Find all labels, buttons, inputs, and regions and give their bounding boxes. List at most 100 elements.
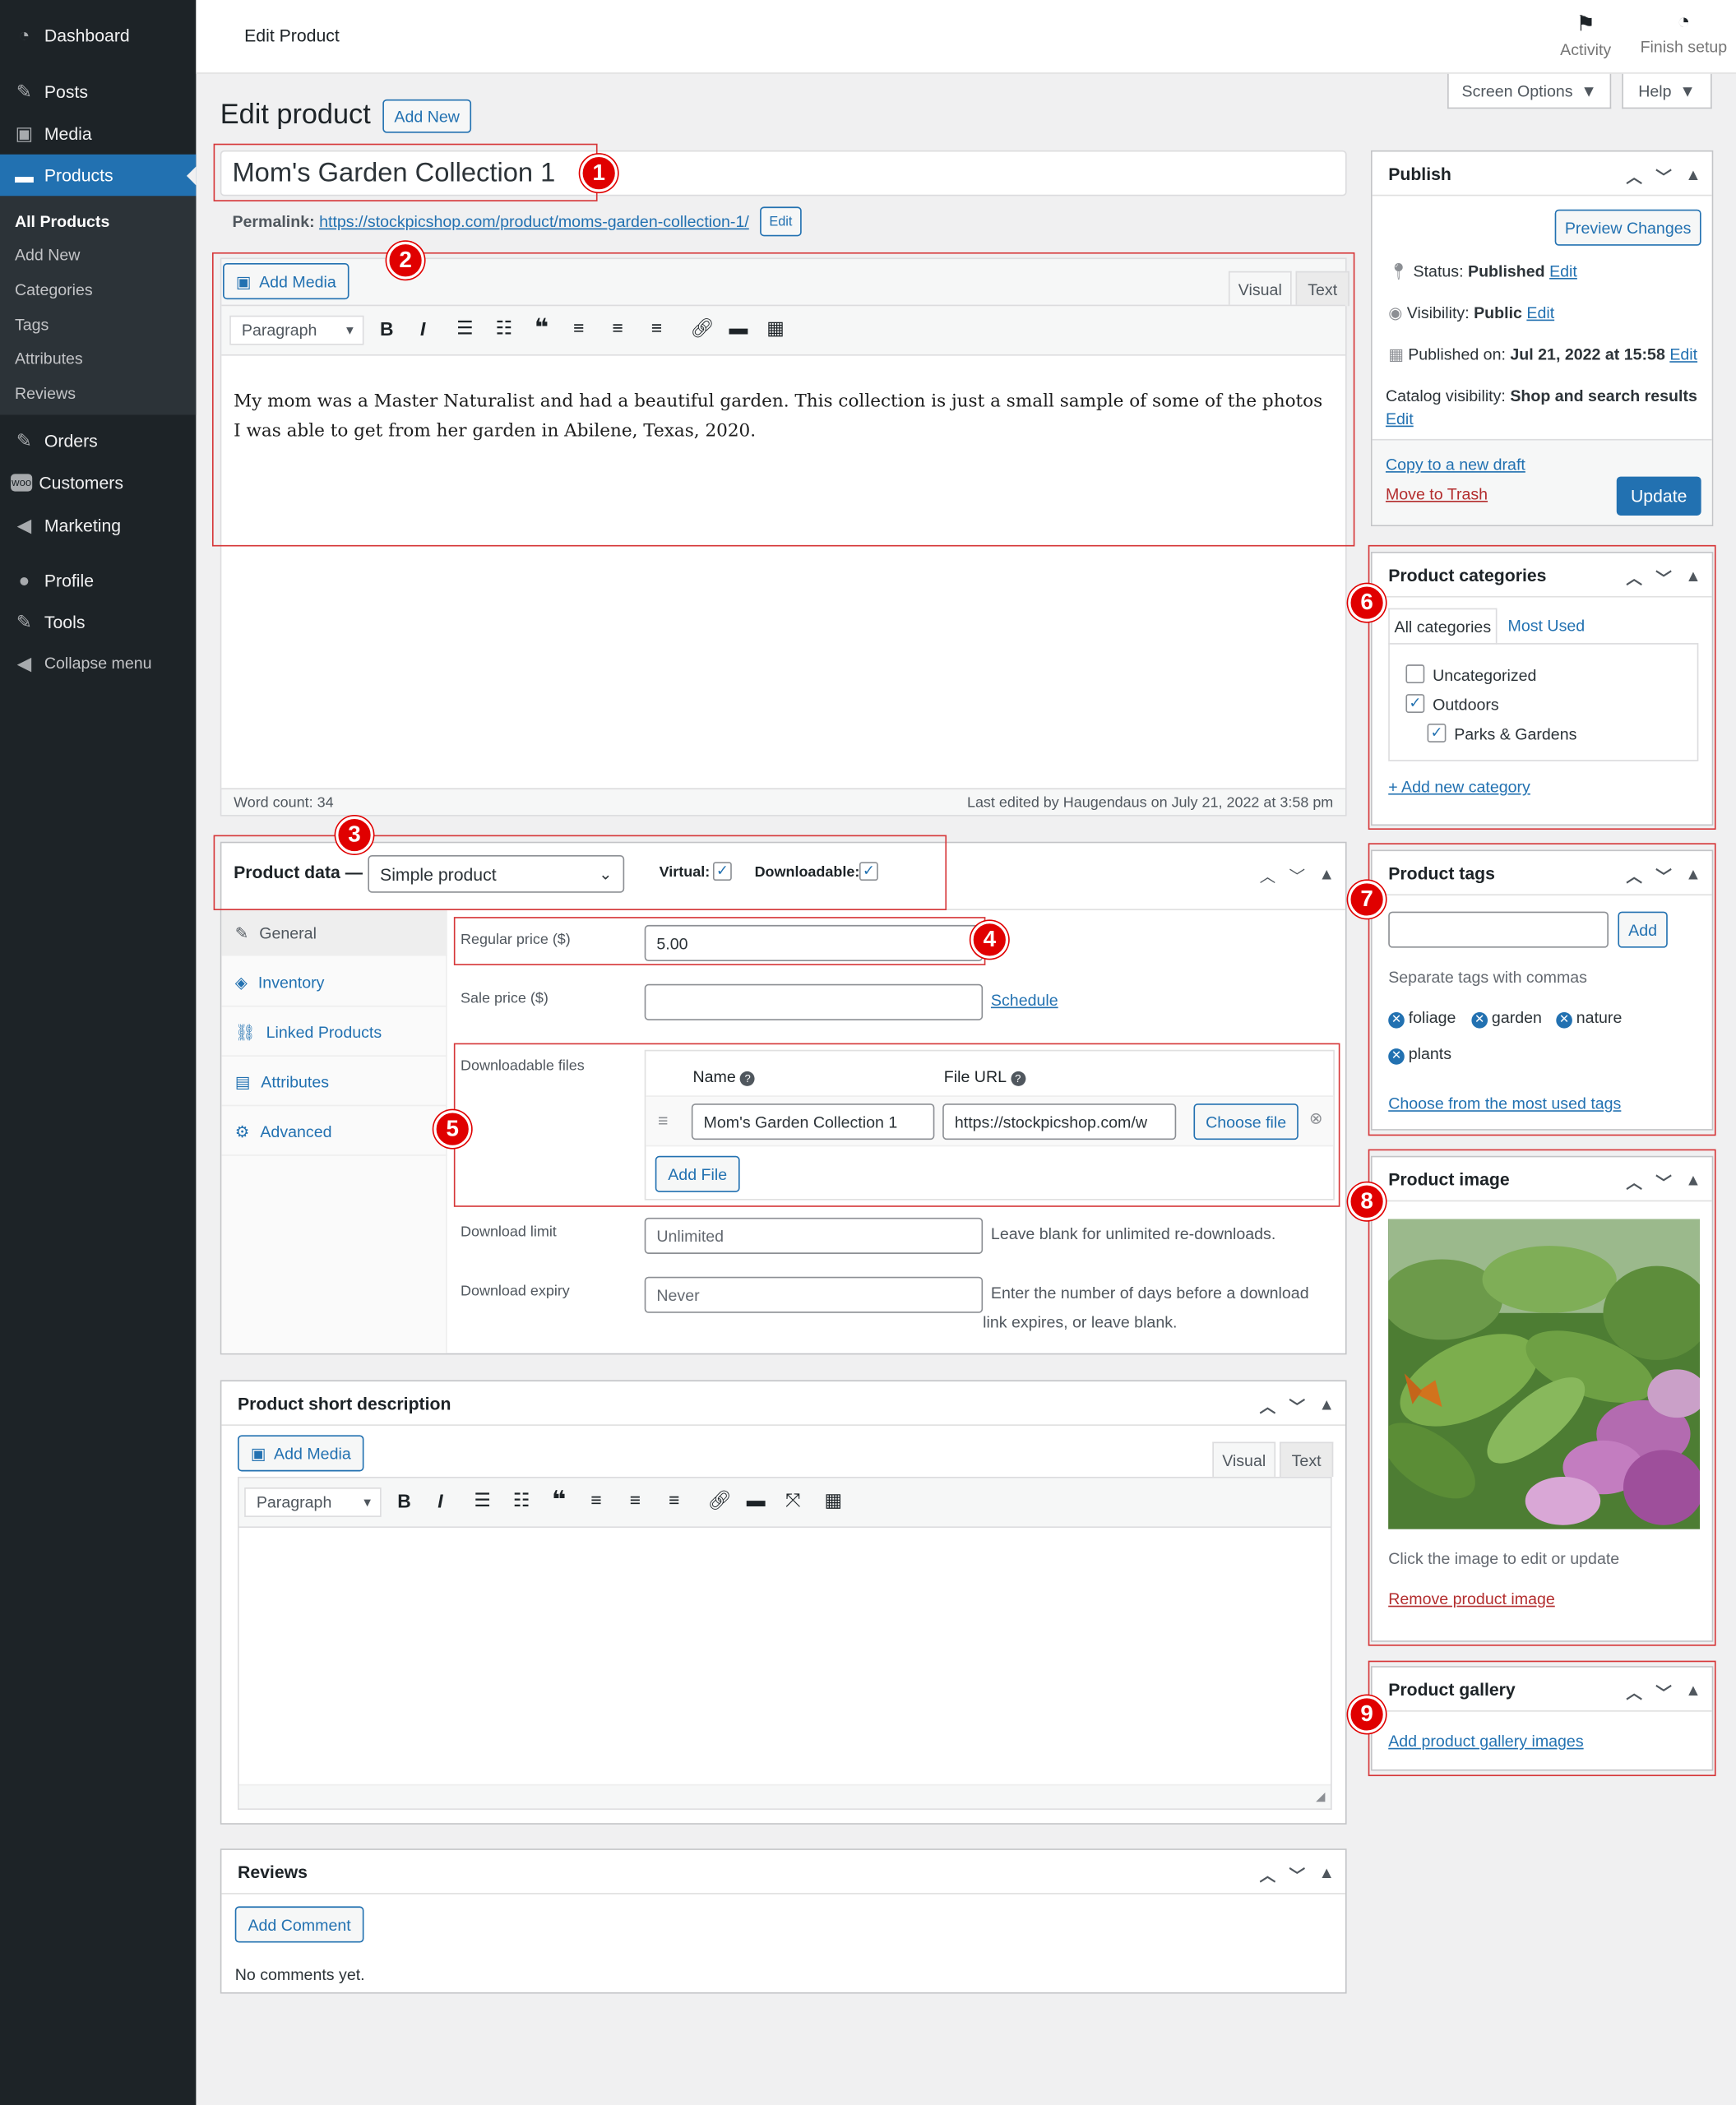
remove-file-icon[interactable]: ⊗: [1309, 1109, 1322, 1128]
finish-setup-button[interactable]: ◔ Finish setup: [1636, 11, 1730, 57]
align-center-icon[interactable]: ≡: [613, 317, 623, 338]
chevron-down-icon[interactable]: ﹀: [1655, 567, 1672, 590]
editor-body[interactable]: My mom was a Master Naturalist and had a…: [221, 355, 1345, 789]
tab-visual[interactable]: Visual: [1228, 271, 1292, 307]
schedule-link[interactable]: Schedule: [991, 991, 1058, 1010]
published-edit-link[interactable]: Edit: [1669, 345, 1697, 364]
resize-handle-icon[interactable]: ◢: [1316, 1789, 1325, 1804]
tab-advanced[interactable]: ⚙ Advanced: [221, 1108, 447, 1156]
menu-media[interactable]: ▣ Media: [0, 114, 196, 152]
update-button[interactable]: Update: [1616, 476, 1701, 516]
add-tag-button[interactable]: Add: [1618, 911, 1668, 948]
bullet-list-icon[interactable]: ☰: [474, 1489, 491, 1512]
menu-posts[interactable]: ✎ Posts: [0, 72, 196, 110]
add-file-button[interactable]: Add File: [655, 1155, 740, 1192]
choose-file-button[interactable]: Choose file: [1193, 1103, 1299, 1140]
remove-tag-icon[interactable]: ✕: [1471, 1011, 1488, 1028]
menu-products[interactable]: ▬ Products: [0, 154, 197, 197]
toolbar-toggle-icon[interactable]: ▦: [824, 1489, 842, 1512]
chevron-down-icon[interactable]: ﹀: [1289, 864, 1306, 887]
permalink-url[interactable]: https://stockpicshop.com/product/moms-ga…: [319, 212, 749, 231]
collapse-toggle-icon[interactable]: ▲: [1685, 567, 1701, 590]
collapse-toggle-icon[interactable]: ▲: [1685, 1171, 1701, 1194]
chevron-down-icon[interactable]: ﹀: [1655, 1171, 1672, 1194]
bold-icon[interactable]: B: [380, 318, 394, 340]
menu-orders[interactable]: ✎ Orders: [0, 422, 196, 460]
submenu-add-new[interactable]: Add New: [15, 246, 81, 265]
preview-changes-button[interactable]: Preview Changes: [1554, 209, 1701, 246]
fullscreen-icon[interactable]: ⤧: [785, 1489, 800, 1512]
chevron-down-icon[interactable]: ﹀: [1655, 864, 1672, 887]
menu-profile[interactable]: ● Profile: [0, 561, 196, 599]
link-icon[interactable]: 🔗︎: [690, 317, 714, 340]
link-icon[interactable]: 🔗︎: [707, 1489, 731, 1512]
chevron-up-icon[interactable]: ︿: [1260, 864, 1276, 887]
tab-all-categories[interactable]: All categories: [1388, 608, 1498, 645]
remove-tag-icon[interactable]: ✕: [1388, 1048, 1405, 1064]
submenu-tags[interactable]: Tags: [15, 316, 49, 335]
activity-button[interactable]: ⚑ Activity: [1545, 11, 1626, 59]
chevron-up-icon[interactable]: ︿: [1260, 1395, 1276, 1418]
short-description-body[interactable]: ◢: [237, 1528, 1332, 1810]
collapse-toggle-icon[interactable]: ▲: [1685, 165, 1701, 188]
submenu-all-products[interactable]: All Products: [15, 212, 109, 231]
help-button[interactable]: Help ▼: [1622, 73, 1712, 109]
submenu-attributes[interactable]: Attributes: [15, 349, 83, 368]
category-checkbox[interactable]: ✓: [1405, 664, 1425, 684]
category-checkbox[interactable]: ✓: [1405, 694, 1425, 713]
remove-tag-icon[interactable]: ✕: [1556, 1011, 1572, 1028]
chevron-down-icon[interactable]: ﹀: [1655, 165, 1672, 188]
chevron-up-icon[interactable]: ︿: [1626, 1171, 1642, 1194]
downloadable-checkbox[interactable]: ✓: [859, 862, 878, 881]
screen-options-button[interactable]: Screen Options ▼: [1447, 73, 1612, 109]
submenu-reviews[interactable]: Reviews: [15, 384, 76, 403]
toolbar-toggle-icon[interactable]: ▦: [766, 317, 785, 340]
remove-tag-icon[interactable]: ✕: [1388, 1011, 1405, 1028]
menu-marketing[interactable]: ◀ Marketing: [0, 507, 196, 544]
download-limit-input[interactable]: Unlimited: [644, 1217, 984, 1254]
choose-tags-link[interactable]: Choose from the most used tags: [1388, 1094, 1621, 1113]
drag-handle-icon[interactable]: ≡: [658, 1110, 668, 1130]
category-checkbox[interactable]: ✓: [1427, 724, 1447, 743]
add-new-button[interactable]: Add New: [382, 99, 472, 133]
collapse-toggle-icon[interactable]: ▲: [1318, 1395, 1334, 1418]
status-edit-link[interactable]: Edit: [1549, 261, 1577, 280]
remove-product-image-link[interactable]: Remove product image: [1388, 1589, 1555, 1608]
tag-input[interactable]: [1388, 911, 1609, 948]
add-new-category-link[interactable]: + Add new category: [1388, 777, 1530, 796]
read-more-icon[interactable]: ▬: [747, 1489, 766, 1511]
align-center-icon[interactable]: ≡: [630, 1489, 641, 1511]
chevron-down-icon[interactable]: ﹀: [1655, 1681, 1672, 1704]
italic-icon[interactable]: I: [437, 1490, 442, 1511]
numbered-list-icon[interactable]: ☷: [513, 1489, 530, 1512]
tab-most-used[interactable]: Most Used: [1508, 616, 1586, 635]
numbered-list-icon[interactable]: ☷: [495, 317, 512, 340]
chevron-down-icon[interactable]: ﹀: [1289, 1395, 1306, 1418]
align-right-icon[interactable]: ≡: [669, 1489, 679, 1511]
format-select[interactable]: Paragraph ▼: [229, 315, 364, 345]
tab-text[interactable]: Text: [1295, 271, 1349, 307]
tab-attributes[interactable]: ▤ Attributes: [221, 1058, 447, 1107]
collapse-toggle-icon[interactable]: ▲: [1685, 864, 1701, 887]
blockquote-icon[interactable]: ❝: [535, 314, 549, 342]
visibility-edit-link[interactable]: Edit: [1526, 303, 1554, 322]
tab-visual[interactable]: Visual: [1212, 1441, 1276, 1477]
italic-icon[interactable]: I: [420, 318, 425, 340]
add-media-button[interactable]: ▣ Add Media: [223, 263, 350, 300]
menu-customers[interactable]: woo Customers: [0, 463, 196, 501]
chevron-up-icon[interactable]: ︿: [1626, 567, 1642, 590]
align-left-icon[interactable]: ≡: [590, 1489, 601, 1511]
virtual-checkbox[interactable]: ✓: [712, 862, 732, 881]
chevron-up-icon[interactable]: ︿: [1626, 1681, 1642, 1704]
blockquote-icon[interactable]: ❝: [552, 1486, 566, 1514]
sale-price-input[interactable]: [644, 983, 984, 1020]
copy-draft-link[interactable]: Copy to a new draft: [1386, 455, 1525, 474]
add-media-button[interactable]: ▣ Add Media: [237, 1435, 364, 1472]
tab-linked-products[interactable]: ⛓︎ Linked Products: [221, 1008, 447, 1057]
product-type-select[interactable]: Simple product ⌄: [368, 855, 625, 893]
read-more-icon[interactable]: ▬: [729, 317, 748, 338]
chevron-down-icon[interactable]: ﹀: [1289, 1863, 1306, 1886]
bold-icon[interactable]: B: [397, 1490, 411, 1511]
chevron-up-icon[interactable]: ︿: [1626, 165, 1642, 188]
collapse-toggle-icon[interactable]: ▲: [1685, 1681, 1701, 1704]
